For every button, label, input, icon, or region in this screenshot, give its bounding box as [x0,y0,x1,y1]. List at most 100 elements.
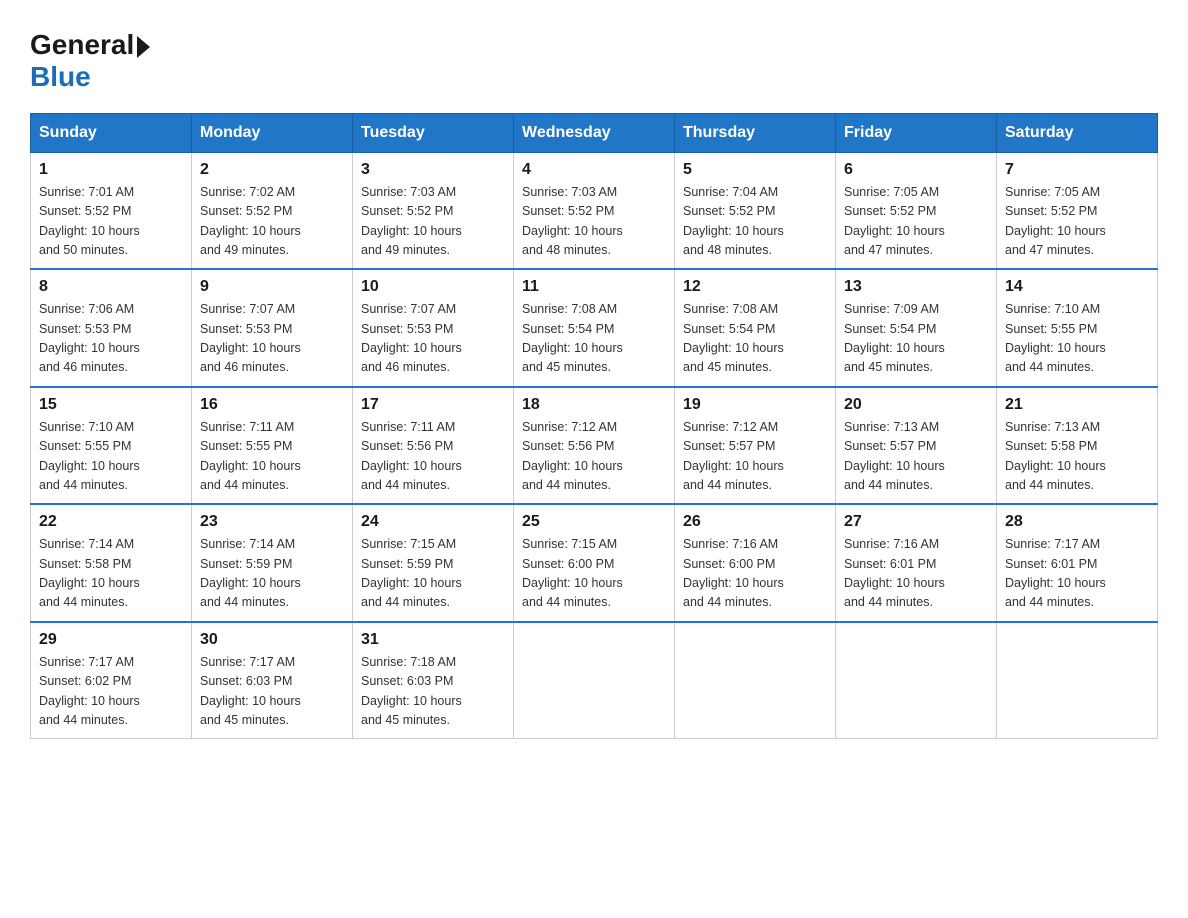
day-number: 24 [361,513,505,531]
day-number: 16 [200,396,344,414]
calendar-cell: 27 Sunrise: 7:16 AMSunset: 6:01 PMDayligh… [836,504,997,622]
day-info: Sunrise: 7:17 AMSunset: 6:02 PMDaylight:… [39,653,183,731]
day-info: Sunrise: 7:12 AMSunset: 5:56 PMDaylight:… [522,418,666,496]
day-number: 21 [1005,396,1149,414]
calendar-cell: 26Sunrise: 7:16 AMSunset: 6:00 PMDayligh… [675,504,836,622]
day-number: 3 [361,161,505,179]
calendar-cell: 24 Sunrise: 7:15 AMSunset: 5:59 PMDayligh… [353,504,514,622]
day-number: 28 [1005,513,1149,531]
day-info: Sunrise: 7:09 AMSunset: 5:54 PMDaylight:… [844,300,988,378]
day-info: Sunrise: 7:13 AMSunset: 5:57 PMDaylight:… [844,418,988,496]
calendar-cell [675,622,836,739]
calendar-cell: 7 Sunrise: 7:05 AMSunset: 5:52 PMDaylight… [997,152,1158,269]
day-info: Sunrise: 7:17 AMSunset: 6:03 PMDaylight:… [200,653,344,731]
day-header-thursday: Thursday [675,113,836,152]
calendar-cell: 20 Sunrise: 7:13 AMSunset: 5:57 PMDayligh… [836,387,997,505]
calendar-cell: 30 Sunrise: 7:17 AMSunset: 6:03 PMDayligh… [192,622,353,739]
day-info: Sunrise: 7:05 AMSunset: 5:52 PMDaylight:… [1005,183,1149,261]
day-number: 23 [200,513,344,531]
calendar-cell [514,622,675,739]
day-number: 22 [39,513,183,531]
day-info: Sunrise: 7:10 AMSunset: 5:55 PMDaylight:… [1005,300,1149,378]
calendar-cell: 1 Sunrise: 7:01 AMSunset: 5:52 PMDaylight… [31,152,192,269]
calendar-cell: 2 Sunrise: 7:02 AMSunset: 5:52 PMDaylight… [192,152,353,269]
day-info: Sunrise: 7:14 AMSunset: 5:59 PMDaylight:… [200,535,344,613]
day-number: 30 [200,631,344,649]
day-header-tuesday: Tuesday [353,113,514,152]
day-info: Sunrise: 7:15 AMSunset: 5:59 PMDaylight:… [361,535,505,613]
day-info: Sunrise: 7:05 AMSunset: 5:52 PMDaylight:… [844,183,988,261]
calendar-cell [836,622,997,739]
day-number: 6 [844,161,988,179]
day-number: 27 [844,513,988,531]
calendar-cell: 29 Sunrise: 7:17 AMSunset: 6:02 PMDayligh… [31,622,192,739]
calendar-cell: 23 Sunrise: 7:14 AMSunset: 5:59 PMDayligh… [192,504,353,622]
day-info: Sunrise: 7:08 AMSunset: 5:54 PMDaylight:… [683,300,827,378]
calendar-cell: 5 Sunrise: 7:04 AMSunset: 5:52 PMDaylight… [675,152,836,269]
calendar-cell: 15 Sunrise: 7:10 AMSunset: 5:55 PMDayligh… [31,387,192,505]
day-info: Sunrise: 7:08 AMSunset: 5:54 PMDaylight:… [522,300,666,378]
day-info: Sunrise: 7:16 AMSunset: 6:00 PMDaylight:… [683,535,827,613]
logo-blue-text: Blue [30,61,91,93]
day-number: 5 [683,161,827,179]
day-number: 20 [844,396,988,414]
day-number: 29 [39,631,183,649]
day-info: Sunrise: 7:13 AMSunset: 5:58 PMDaylight:… [1005,418,1149,496]
day-header-saturday: Saturday [997,113,1158,152]
calendar-cell: 14 Sunrise: 7:10 AMSunset: 5:55 PMDayligh… [997,269,1158,387]
day-number: 18 [522,396,666,414]
day-header-sunday: Sunday [31,113,192,152]
day-number: 9 [200,278,344,296]
day-info: Sunrise: 7:06 AMSunset: 5:53 PMDaylight:… [39,300,183,378]
day-number: 2 [200,161,344,179]
day-info: Sunrise: 7:14 AMSunset: 5:58 PMDaylight:… [39,535,183,613]
calendar-cell: 3 Sunrise: 7:03 AMSunset: 5:52 PMDaylight… [353,152,514,269]
day-number: 25 [522,513,666,531]
calendar-cell: 19Sunrise: 7:12 AMSunset: 5:57 PMDayligh… [675,387,836,505]
calendar-cell: 25 Sunrise: 7:15 AMSunset: 6:00 PMDayligh… [514,504,675,622]
day-info: Sunrise: 7:07 AMSunset: 5:53 PMDaylight:… [361,300,505,378]
day-info: Sunrise: 7:02 AMSunset: 5:52 PMDaylight:… [200,183,344,261]
calendar-cell: 11 Sunrise: 7:08 AMSunset: 5:54 PMDayligh… [514,269,675,387]
day-number: 10 [361,278,505,296]
logo: General Blue [30,30,150,93]
day-number: 31 [361,631,505,649]
day-number: 19 [683,396,827,414]
day-number: 17 [361,396,505,414]
calendar-cell: 22 Sunrise: 7:14 AMSunset: 5:58 PMDayligh… [31,504,192,622]
day-info: Sunrise: 7:11 AMSunset: 5:55 PMDaylight:… [200,418,344,496]
day-number: 15 [39,396,183,414]
calendar-cell: 4 Sunrise: 7:03 AMSunset: 5:52 PMDaylight… [514,152,675,269]
calendar-cell: 8 Sunrise: 7:06 AMSunset: 5:53 PMDaylight… [31,269,192,387]
day-info: Sunrise: 7:03 AMSunset: 5:52 PMDaylight:… [522,183,666,261]
day-info: Sunrise: 7:10 AMSunset: 5:55 PMDaylight:… [39,418,183,496]
calendar-cell: 10 Sunrise: 7:07 AMSunset: 5:53 PMDayligh… [353,269,514,387]
day-number: 7 [1005,161,1149,179]
calendar-table: SundayMondayTuesdayWednesdayThursdayFrid… [30,113,1158,740]
logo-general-text: General [30,30,150,61]
day-number: 14 [1005,278,1149,296]
day-info: Sunrise: 7:15 AMSunset: 6:00 PMDaylight:… [522,535,666,613]
day-number: 11 [522,278,666,296]
calendar-cell: 6 Sunrise: 7:05 AMSunset: 5:52 PMDaylight… [836,152,997,269]
day-header-friday: Friday [836,113,997,152]
day-header-wednesday: Wednesday [514,113,675,152]
day-info: Sunrise: 7:16 AMSunset: 6:01 PMDaylight:… [844,535,988,613]
calendar-cell: 16 Sunrise: 7:11 AMSunset: 5:55 PMDayligh… [192,387,353,505]
day-number: 12 [683,278,827,296]
day-info: Sunrise: 7:01 AMSunset: 5:52 PMDaylight:… [39,183,183,261]
day-number: 4 [522,161,666,179]
calendar-cell: 9Sunrise: 7:07 AMSunset: 5:53 PMDaylight… [192,269,353,387]
day-number: 8 [39,278,183,296]
calendar-cell: 17Sunrise: 7:11 AMSunset: 5:56 PMDayligh… [353,387,514,505]
day-info: Sunrise: 7:03 AMSunset: 5:52 PMDaylight:… [361,183,505,261]
calendar-cell: 12 Sunrise: 7:08 AMSunset: 5:54 PMDayligh… [675,269,836,387]
day-info: Sunrise: 7:04 AMSunset: 5:52 PMDaylight:… [683,183,827,261]
calendar-cell: 13Sunrise: 7:09 AMSunset: 5:54 PMDayligh… [836,269,997,387]
calendar-cell: 31Sunrise: 7:18 AMSunset: 6:03 PMDayligh… [353,622,514,739]
calendar-cell [997,622,1158,739]
day-header-monday: Monday [192,113,353,152]
day-info: Sunrise: 7:17 AMSunset: 6:01 PMDaylight:… [1005,535,1149,613]
calendar-cell: 18 Sunrise: 7:12 AMSunset: 5:56 PMDayligh… [514,387,675,505]
day-number: 1 [39,161,183,179]
